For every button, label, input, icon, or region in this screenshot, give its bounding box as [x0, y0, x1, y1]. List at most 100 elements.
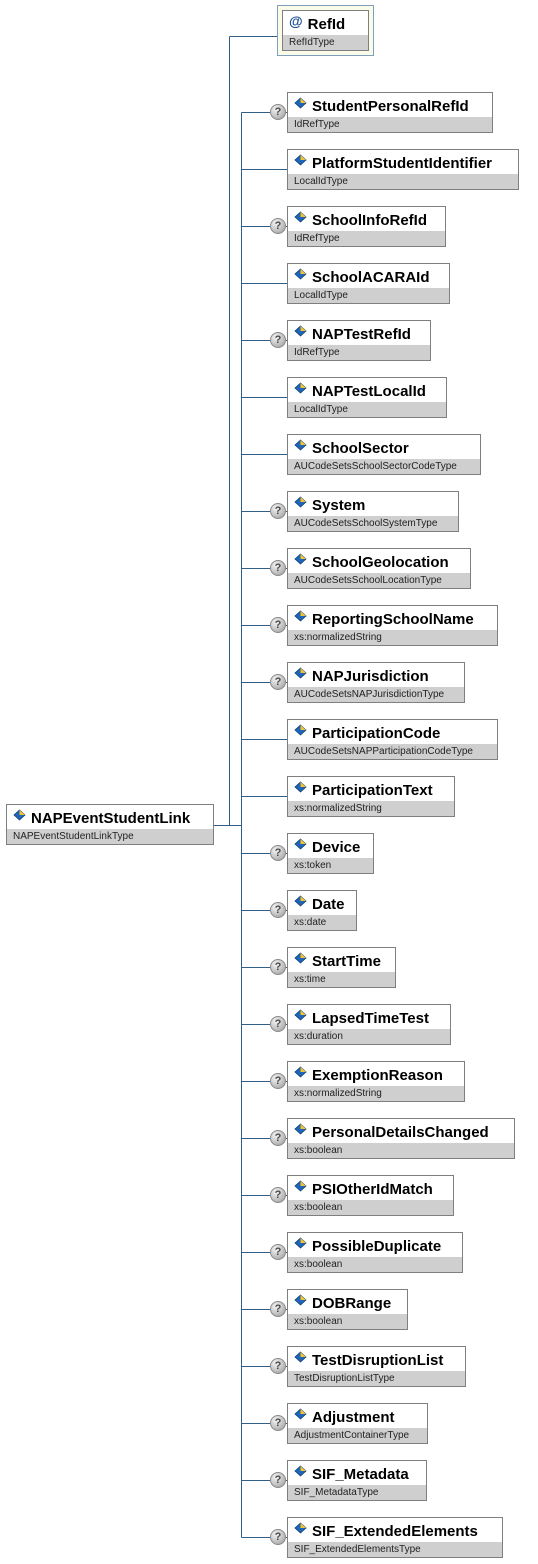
element-type: xs:boolean	[288, 1314, 407, 1329]
element-icon	[294, 324, 307, 337]
element-node-exemptionreason[interactable]: ExemptionReason xs:normalizedString	[287, 1061, 465, 1102]
element-name: NAPTestRefId	[312, 326, 411, 343]
element-type: IdRefType	[288, 117, 492, 132]
element-icon	[294, 96, 307, 109]
element-name: DOBRange	[312, 1295, 392, 1312]
element-name: SIF_ExtendedElements	[312, 1523, 478, 1540]
element-node-participationtext[interactable]: ParticipationText xs:normalizedString	[287, 776, 455, 817]
element-type: TestDisruptionListType	[288, 1371, 465, 1386]
element-name: LapsedTimeTest	[312, 1010, 429, 1027]
element-type: AUCodeSetsSchoolSystemType	[288, 516, 458, 531]
element-type: xs:token	[288, 858, 373, 873]
element-name: NAPTestLocalId	[312, 383, 426, 400]
element-node-adjustment[interactable]: Adjustment AdjustmentContainerType	[287, 1403, 428, 1444]
element-icon	[294, 1008, 307, 1021]
element-name: SchoolGeolocation	[312, 554, 449, 571]
element-icon	[294, 210, 307, 223]
optional-marker-icon: ?	[270, 845, 286, 861]
element-icon	[13, 808, 26, 821]
element-name: SIF_Metadata	[312, 1466, 409, 1483]
element-icon	[294, 552, 307, 565]
element-type: xs:boolean	[288, 1143, 514, 1158]
optional-marker-icon: ?	[270, 1016, 286, 1032]
element-type: IdRefType	[288, 345, 430, 360]
element-node-lapsedtimetest[interactable]: LapsedTimeTest xs:duration	[287, 1004, 451, 1045]
element-node-schoolgeolocation[interactable]: SchoolGeolocation AUCodeSetsSchoolLocatio…	[287, 548, 471, 589]
element-icon	[294, 1407, 307, 1420]
optional-marker-icon: ?	[270, 674, 286, 690]
optional-marker-icon: ?	[270, 1358, 286, 1374]
optional-marker-icon: ?	[270, 959, 286, 975]
element-name: System	[312, 497, 366, 514]
element-node-schoolsector[interactable]: SchoolSector AUCodeSetsSchoolSectorCodeTy…	[287, 434, 481, 475]
element-node-napjurisdiction[interactable]: NAPJurisdiction AUCodeSetsNAPJurisdiction…	[287, 662, 465, 703]
element-name: PersonalDetailsChanged	[312, 1124, 489, 1141]
element-node-schoolinforefid[interactable]: SchoolInfoRefId IdRefType	[287, 206, 446, 247]
element-icon	[294, 1521, 307, 1534]
optional-marker-icon: ?	[270, 1187, 286, 1203]
element-node-system[interactable]: System AUCodeSetsSchoolSystemType	[287, 491, 459, 532]
element-icon	[294, 609, 307, 622]
element-icon	[294, 267, 307, 280]
connector-lines	[214, 36, 287, 1538]
attribute-refid-node[interactable]: @ RefId RefIdType	[282, 10, 369, 51]
element-icon	[294, 780, 307, 793]
element-node-reportingschoolname[interactable]: ReportingSchoolName xs:normalizedString	[287, 605, 498, 646]
element-node-dobrange[interactable]: DOBRange xs:boolean	[287, 1289, 408, 1330]
element-icon	[294, 837, 307, 850]
element-name: ParticipationText	[312, 782, 433, 799]
element-name: SchoolSector	[312, 440, 409, 457]
element-icon	[294, 666, 307, 679]
element-node-studentpersonalrefid[interactable]: StudentPersonalRefId IdRefType	[287, 92, 493, 133]
element-node-naptestrefid[interactable]: NAPTestRefId IdRefType	[287, 320, 431, 361]
element-type: IdRefType	[288, 231, 445, 246]
element-icon	[294, 1065, 307, 1078]
element-name: NAPJurisdiction	[312, 668, 429, 685]
element-type: xs:boolean	[288, 1257, 462, 1272]
optional-marker-icon: ?	[270, 218, 286, 234]
attribute-name: RefId	[307, 16, 346, 33]
element-icon	[294, 1350, 307, 1363]
attribute-refid-box[interactable]: @ RefId RefIdType	[277, 5, 374, 56]
element-node-psiotheridmatch[interactable]: PSIOtherIdMatch xs:boolean	[287, 1175, 454, 1216]
optional-marker-icon: ?	[270, 1244, 286, 1260]
element-icon	[294, 153, 307, 166]
element-name: ParticipationCode	[312, 725, 441, 742]
element-node-schoolacaraid[interactable]: SchoolACARAId LocalIdType	[287, 263, 450, 304]
element-type: LocalIdType	[288, 288, 449, 303]
root-element-name: NAPEventStudentLink	[31, 810, 191, 827]
optional-marker-icon: ?	[270, 503, 286, 519]
root-element-type: NAPEventStudentLinkType	[7, 829, 213, 844]
element-node-sif-extendedelements[interactable]: SIF_ExtendedElements SIF_ExtendedElements…	[287, 1517, 503, 1558]
element-node-testdisruptionlist[interactable]: TestDisruptionList TestDisruptionListType	[287, 1346, 466, 1387]
optional-marker-icon: ?	[270, 1472, 286, 1488]
element-name: StartTime	[312, 953, 381, 970]
element-type: SIF_MetadataType	[288, 1485, 426, 1500]
element-type: AUCodeSetsSchoolSectorCodeType	[288, 459, 480, 474]
element-name: Date	[312, 896, 345, 913]
element-node-sif-metadata[interactable]: SIF_Metadata SIF_MetadataType	[287, 1460, 427, 1501]
element-type: xs:boolean	[288, 1200, 453, 1215]
element-icon	[294, 438, 307, 451]
element-node-platformstudentidentifier[interactable]: PlatformStudentIdentifier LocalIdType	[287, 149, 519, 190]
element-name: SchoolACARAId	[312, 269, 430, 286]
element-name: Adjustment	[312, 1409, 395, 1426]
element-node-participationcode[interactable]: ParticipationCode AUCodeSetsNAPParticipat…	[287, 719, 498, 760]
element-icon	[294, 951, 307, 964]
element-name: StudentPersonalRefId	[312, 98, 469, 115]
element-type: xs:time	[288, 972, 395, 987]
element-node-starttime[interactable]: StartTime xs:time	[287, 947, 396, 988]
optional-marker-icon: ?	[270, 560, 286, 576]
root-element-node[interactable]: NAPEventStudentLink NAPEventStudentLinkT…	[6, 804, 214, 845]
element-icon	[294, 1293, 307, 1306]
element-name: PlatformStudentIdentifier	[312, 155, 493, 172]
element-icon	[294, 495, 307, 508]
element-node-naptestlocalid[interactable]: NAPTestLocalId LocalIdType	[287, 377, 447, 418]
element-type: AUCodeSetsNAPParticipationCodeType	[288, 744, 497, 759]
element-node-device[interactable]: Device xs:token	[287, 833, 374, 874]
attribute-icon: @	[289, 12, 303, 29]
element-name: ExemptionReason	[312, 1067, 443, 1084]
element-node-personaldetailschanged[interactable]: PersonalDetailsChanged xs:boolean	[287, 1118, 515, 1159]
element-node-date[interactable]: Date xs:date	[287, 890, 357, 931]
element-node-possibleduplicate[interactable]: PossibleDuplicate xs:boolean	[287, 1232, 463, 1273]
